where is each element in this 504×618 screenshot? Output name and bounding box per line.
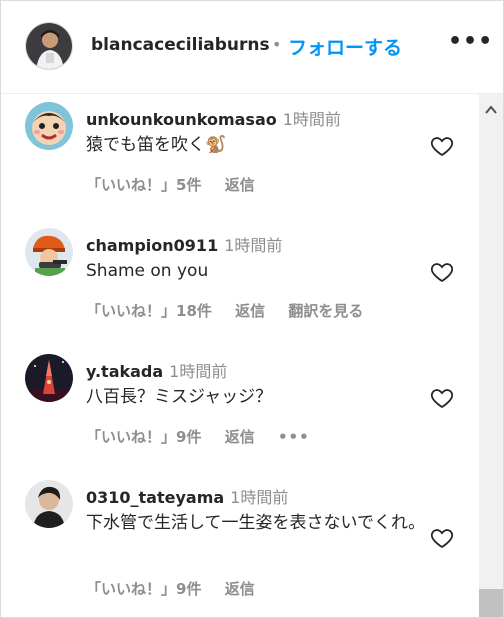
comment-text: Shame on you	[86, 261, 209, 281]
commenter-username[interactable]: 0310_tateyama 1時間前	[86, 484, 288, 508]
likes-count-link[interactable]: 「いいね！」9件	[86, 580, 201, 598]
author-avatar[interactable]	[25, 22, 73, 70]
commenter-avatar[interactable]	[25, 354, 73, 402]
likes-count-link[interactable]: 「いいね！」18件	[86, 302, 212, 320]
commenter-avatar[interactable]	[25, 480, 73, 528]
comment-item: y.takada 1時間前 八百長？ミスジャッジ？ 「いいね！」9件 返信 •••	[1, 346, 479, 472]
like-heart-icon[interactable]	[429, 134, 455, 158]
reply-button[interactable]: 返信	[235, 302, 265, 320]
comment-actions: 「いいね！」9件 返信	[86, 578, 273, 599]
commenter-avatar[interactable]	[25, 102, 73, 150]
comment-item: unkounkounkomasao 1時間前 猿でも笛を吹く🐒 「いいね！」5件 …	[1, 94, 479, 220]
comment-actions: 「いいね！」9件 返信 •••	[86, 426, 328, 447]
likes-count-link[interactable]: 「いいね！」5件	[86, 176, 201, 194]
comment-item: champion0911 1時間前 Shame on you 「いいね！」18件 …	[1, 220, 479, 346]
comments-dialog: blancaceciliaburns • フォローする ••• unkounko…	[0, 0, 504, 618]
comment-more-icon[interactable]: •••	[278, 428, 310, 446]
comment-actions: 「いいね！」5件 返信	[86, 174, 273, 195]
comment-text: 八百長？ミスジャッジ？	[86, 387, 273, 407]
scrollbar-thumb[interactable]	[479, 589, 503, 617]
comment-timestamp: 1時間前	[169, 362, 228, 381]
like-heart-icon[interactable]	[429, 260, 455, 284]
author-username[interactable]: blancaceciliaburns	[91, 35, 270, 55]
reply-button[interactable]: 返信	[225, 428, 255, 446]
comment-timestamp: 1時間前	[224, 236, 283, 255]
commenter-username[interactable]: champion0911 1時間前	[86, 232, 282, 256]
vertical-scrollbar[interactable]	[479, 94, 503, 617]
comment-item: 0310_tateyama 1時間前 下水管で生活して一生姿を表さないでくれ。 「…	[1, 472, 479, 617]
comment-actions: 「いいね！」18件 返信 翻訳を見る	[86, 300, 381, 321]
separator-dot: •	[272, 35, 282, 54]
follow-button[interactable]: フォローする	[288, 33, 402, 60]
scroll-up-arrow-icon[interactable]	[485, 100, 497, 114]
commenter-username[interactable]: y.takada 1時間前	[86, 358, 227, 382]
see-translation-button[interactable]: 翻訳を見る	[288, 302, 363, 320]
commenter-avatar[interactable]	[25, 228, 73, 276]
post-header: blancaceciliaburns • フォローする •••	[1, 1, 503, 94]
likes-count-link[interactable]: 「いいね！」9件	[86, 428, 201, 446]
like-heart-icon[interactable]	[429, 526, 455, 550]
comment-timestamp: 1時間前	[230, 488, 289, 507]
like-heart-icon[interactable]	[429, 386, 455, 410]
reply-button[interactable]: 返信	[225, 580, 255, 598]
comments-list[interactable]: unkounkounkomasao 1時間前 猿でも笛を吹く🐒 「いいね！」5件 …	[1, 94, 479, 617]
more-options-icon[interactable]: •••	[448, 29, 493, 54]
comment-text: 猿でも笛を吹く🐒	[86, 135, 227, 155]
reply-button[interactable]: 返信	[225, 176, 255, 194]
commenter-username[interactable]: unkounkounkomasao 1時間前	[86, 106, 341, 130]
comment-text: 下水管で生活して一生姿を表さないでくれ。	[86, 513, 426, 533]
comment-timestamp: 1時間前	[282, 110, 341, 129]
